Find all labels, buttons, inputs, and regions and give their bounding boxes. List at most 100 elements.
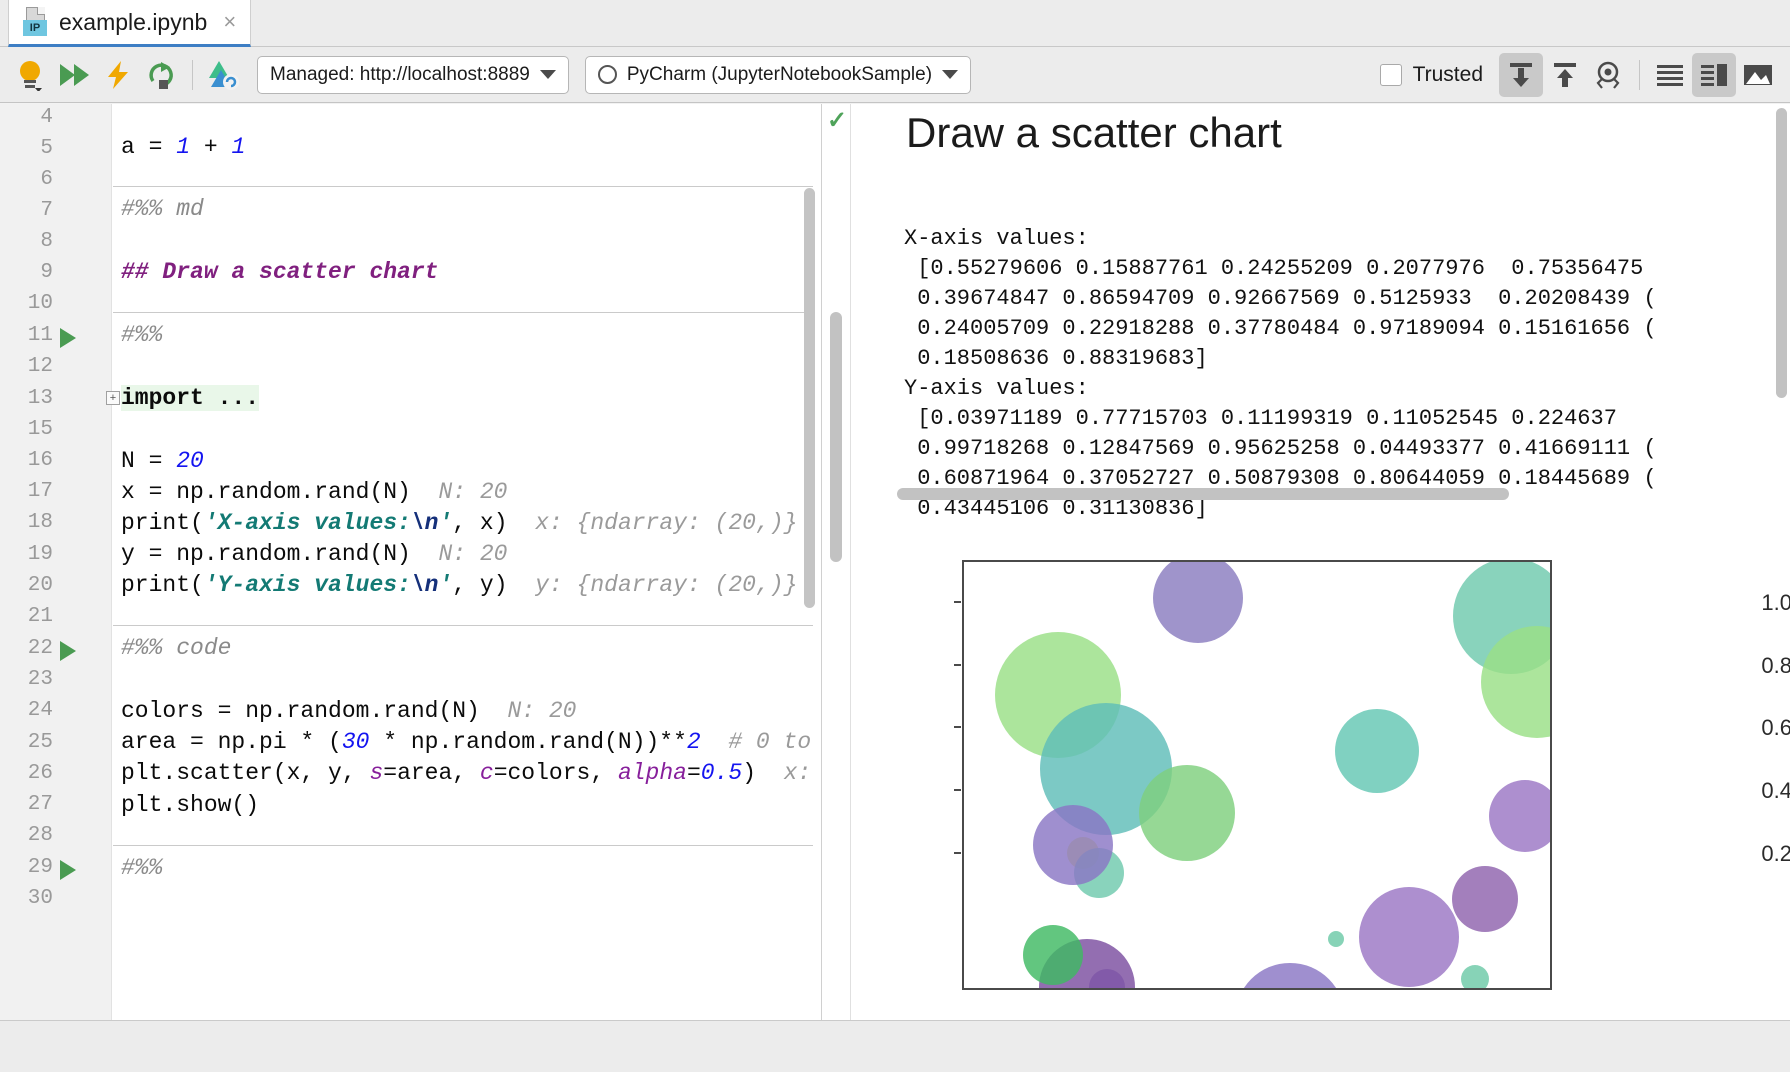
line-number: 8 <box>13 230 53 253</box>
window-vertical-scrollbar[interactable] <box>1776 108 1787 398</box>
line-number: 28 <box>13 824 53 847</box>
scatter-point <box>1235 963 1345 990</box>
view-split-icon[interactable] <box>1692 53 1736 97</box>
scatter-point <box>1489 780 1553 852</box>
cell-divider <box>113 312 813 313</box>
inlay-hint: x: {ndarray: (20,)} <box>535 510 797 536</box>
tab-title: example.ipynb <box>59 9 207 36</box>
kernel-dropdown[interactable]: PyCharm (JupyterNotebookSample) <box>585 56 971 94</box>
close-icon[interactable]: × <box>223 9 236 35</box>
y-tick-label: 0.4 <box>1736 778 1790 804</box>
restart-kernel-icon[interactable] <box>140 53 184 97</box>
run-cell-gutter-arrow[interactable] <box>60 328 76 348</box>
cell-divider <box>113 186 813 187</box>
line-number: 27 <box>13 793 53 816</box>
ipynb-badge-label: IP <box>23 20 47 36</box>
cell-divider <box>113 625 813 626</box>
editor-vertical-scrollbar[interactable] <box>804 188 815 608</box>
chevron-down-icon <box>540 70 556 79</box>
line-number: 26 <box>13 762 53 785</box>
kernel-status-icon <box>598 65 617 84</box>
trusted-checkbox-box[interactable] <box>1380 64 1402 86</box>
scatter-point <box>1328 931 1344 947</box>
trusted-label: Trusted <box>1413 63 1483 87</box>
line-number: 10 <box>13 292 53 315</box>
inspect-variables-icon[interactable] <box>1587 53 1631 97</box>
code-line-16: N = 20 <box>121 448 204 474</box>
code-line-27: plt.show() <box>121 792 259 818</box>
stdout-text: X-axis values: [0.55279606 0.15887761 0.… <box>904 224 1790 524</box>
code-text-area[interactable]: a = 1 + 1 #%% md ## Draw a scatter chart… <box>113 104 822 1020</box>
line-number: 25 <box>13 731 53 754</box>
y-tick-label: 0.8 <box>1736 653 1790 679</box>
line-number: 12 <box>13 355 53 378</box>
scatter-point <box>1023 925 1083 985</box>
line-number: 9 <box>13 261 53 284</box>
run-cell-gutter-arrow[interactable] <box>60 860 76 880</box>
output-vertical-scrollbar[interactable] <box>830 312 842 562</box>
trusted-checkbox[interactable]: Trusted <box>1380 63 1483 87</box>
y-tick-label: 0.2 <box>1736 841 1790 867</box>
scatter-point <box>1335 709 1419 793</box>
run-cell-icon[interactable] <box>96 53 140 97</box>
line-number: 21 <box>13 605 53 628</box>
line-number: 19 <box>13 543 53 566</box>
run-all-icon[interactable] <box>52 53 96 97</box>
y-tick-mark <box>954 664 961 666</box>
scatter-point <box>1139 765 1235 861</box>
move-down-icon[interactable] <box>1499 53 1543 97</box>
toolbar-divider-2 <box>1639 60 1640 90</box>
jupyter-server-label: Managed: http://localhost:8889 <box>270 64 530 86</box>
y-tick-label: 1.0 <box>1736 590 1790 616</box>
line-number: 30 <box>13 887 53 910</box>
tab-bar: IP example.ipynb × <box>0 0 1790 47</box>
y-tick-label: 0.6 <box>1736 715 1790 741</box>
line-number: 23 <box>13 668 53 691</box>
editor-gutter: 4 5 6 7 8 9 10 11 12 13 15 16 17 18 19 2… <box>0 104 112 1020</box>
y-tick-mark <box>954 601 961 603</box>
scatter-point <box>1452 866 1518 932</box>
line-number: 5 <box>13 137 53 160</box>
scatter-point <box>1461 965 1489 990</box>
code-line-29: #%% <box>121 855 162 881</box>
line-number: 15 <box>13 418 53 441</box>
line-number: 6 <box>13 168 53 191</box>
y-tick-mark <box>954 852 961 854</box>
code-line-13: import ... <box>121 385 259 411</box>
run-cell-gutter-arrow[interactable] <box>60 641 76 661</box>
output-gutter: ✓ <box>823 104 851 1020</box>
inlay-hint: y: {ndarray: (20,)} <box>535 572 797 598</box>
scatter-point <box>1153 560 1243 643</box>
markdown-heading: Draw a scatter chart <box>906 109 1282 157</box>
line-number: 22 <box>13 637 53 660</box>
output-content: Draw a scatter chart X-axis values: [0.5… <box>852 104 1790 1020</box>
line-number: 4 <box>13 106 53 129</box>
line-number: 18 <box>13 511 53 534</box>
jupyter-server-dropdown[interactable]: Managed: http://localhost:8889 <box>257 56 569 94</box>
scatter-chart: 1.0 0.8 0.6 0.4 0.2 <box>892 560 1790 1020</box>
code-line-5: a = 1 + 1 <box>121 134 245 160</box>
view-output-only-icon[interactable] <box>1736 53 1780 97</box>
toolbar-divider-1 <box>192 60 193 90</box>
source-editor-pane[interactable]: 4 5 6 7 8 9 10 11 12 13 15 16 17 18 19 2… <box>0 104 822 1020</box>
line-number: 13 <box>13 387 53 410</box>
move-up-icon[interactable] <box>1543 53 1587 97</box>
line-number: 20 <box>13 574 53 597</box>
line-number: 17 <box>13 480 53 503</box>
editor-tab-example-ipynb[interactable]: IP example.ipynb × <box>8 0 251 47</box>
chevron-down-icon <box>942 70 958 79</box>
code-line-11: #%% <box>121 322 162 348</box>
lightbulb-icon[interactable] <box>8 53 52 97</box>
folded-import-region[interactable]: import ... <box>121 385 259 411</box>
code-line-7: #%% md <box>121 196 204 222</box>
scatter-point <box>1359 887 1459 987</box>
output-horizontal-scrollbar[interactable] <box>897 488 1509 500</box>
inlay-hint: # 0 to <box>728 729 811 755</box>
notebook-toolbar: Managed: http://localhost:8889 PyCharm (… <box>0 47 1790 103</box>
code-line-18: print('X-axis values:\n', x) x: {ndarray… <box>121 510 797 536</box>
inlay-hint: x: <box>784 760 812 786</box>
sync-icon[interactable] <box>201 53 245 97</box>
view-source-only-icon[interactable] <box>1648 53 1692 97</box>
inlay-hint: N: 20 <box>438 479 507 505</box>
code-line-25: area = np.pi * (30 * np.random.rand(N))*… <box>121 729 811 755</box>
